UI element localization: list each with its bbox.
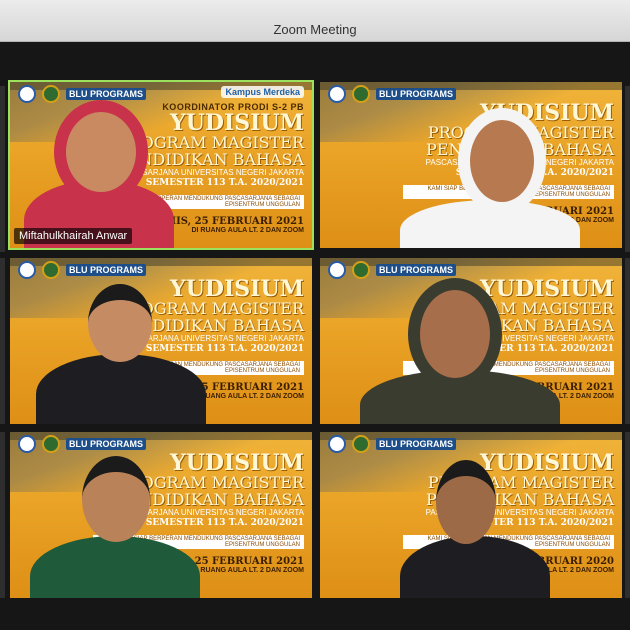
ministry-logo-icon (42, 435, 60, 453)
participant-head (470, 120, 534, 202)
slide-program: PROGRAM MAGISTER (427, 473, 614, 492)
participant-head (88, 284, 152, 362)
offscreen-tile-edge (0, 258, 5, 424)
logo-row: BLU PROGRAMS (328, 85, 456, 103)
video-tile-6[interactable]: BLU PROGRAMS YUDISIUM PROGRAM MAGISTER P… (320, 432, 622, 598)
blu-badge: BLU PROGRAMS (376, 264, 456, 276)
logo-row: BLU PROGRAMS (18, 435, 146, 453)
ministry-logo-icon (42, 85, 60, 103)
university-logo-icon (18, 261, 36, 279)
blu-badge: BLU PROGRAMS (376, 438, 456, 450)
slide-semester: SEMESTER 113 T.A. 2020/2021 (455, 518, 614, 528)
video-tile-3[interactable]: BLU PROGRAMS YUDISIUM PROGRAM MAGISTER P… (10, 258, 312, 424)
offscreen-tile-edge (0, 86, 5, 252)
window-titlebar: Zoom Meeting (0, 0, 630, 42)
ministry-logo-icon (42, 261, 60, 279)
blu-badge: BLU PROGRAMS (376, 88, 456, 100)
video-tile-2[interactable]: BLU PROGRAMS YUDISIUM PROGRAM MAGISTER P… (320, 82, 622, 248)
participant-head (420, 290, 490, 378)
kampus-merdeka-logo: Kampus Merdeka (221, 86, 304, 98)
ministry-logo-icon (352, 261, 370, 279)
ministry-logo-icon (352, 435, 370, 453)
slide-title: YUDISIUM (480, 450, 614, 476)
university-logo-icon (18, 85, 36, 103)
university-logo-icon (328, 85, 346, 103)
blu-badge: BLU PROGRAMS (66, 264, 146, 276)
offscreen-tile-edge (625, 432, 630, 598)
university-logo-icon (328, 261, 346, 279)
slide-school: PASCASARJANA UNIVERSITAS NEGERI JAKARTA (425, 508, 614, 517)
logo-row: BLU PROGRAMS (328, 261, 456, 279)
university-logo-icon (328, 435, 346, 453)
participant-name-label: Miftahulkhairah Anwar (14, 228, 133, 244)
participant-body (36, 354, 206, 424)
logo-row: BLU PROGRAMS (18, 261, 146, 279)
slide-program-2: PENDIDIKAN BAHASA (425, 490, 614, 509)
participant-head (436, 460, 496, 544)
video-tile-4[interactable]: BLU PROGRAMS YUDISIUM PROGRAM MAGISTER P… (320, 258, 622, 424)
video-tile-1[interactable]: BLU PROGRAMS KOORDINATOR PRODI S-2 PB YU… (8, 80, 314, 250)
blu-badge: BLU PROGRAMS (66, 438, 146, 450)
video-tile-5[interactable]: BLU PROGRAMS YUDISIUM PROGRAM MAGISTER P… (10, 432, 312, 598)
window-title: Zoom Meeting (273, 22, 357, 37)
blu-badge: BLU PROGRAMS (66, 88, 146, 100)
offscreen-tile-edge (625, 258, 630, 424)
participant-head (82, 456, 150, 542)
logo-row: BLU PROGRAMS (18, 85, 146, 103)
offscreen-tile-edge (625, 86, 630, 252)
university-logo-icon (18, 435, 36, 453)
offscreen-tile-edge (0, 432, 5, 598)
ministry-logo-icon (352, 85, 370, 103)
participant-head (66, 112, 136, 192)
logo-row: BLU PROGRAMS (328, 435, 456, 453)
